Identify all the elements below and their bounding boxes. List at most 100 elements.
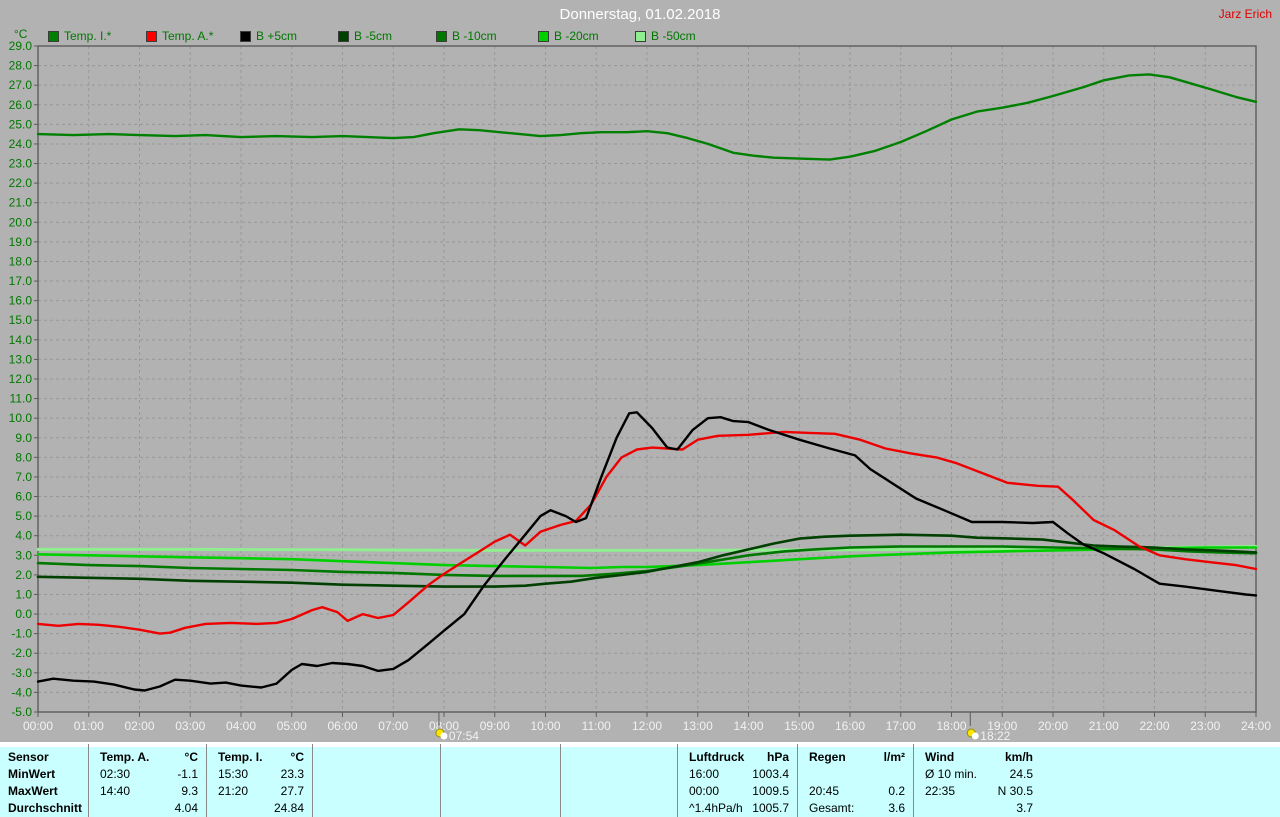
svg-text:09:00: 09:00 xyxy=(480,719,510,733)
svg-text:11:00: 11:00 xyxy=(582,719,611,733)
svg-text:9.0: 9.0 xyxy=(15,431,32,445)
svg-text:21.0: 21.0 xyxy=(9,196,33,210)
col-unit: l/m² xyxy=(883,750,905,764)
col-unit: °C xyxy=(184,750,198,764)
svg-text:7.0: 7.0 xyxy=(15,470,32,484)
avg-value: 4.04 xyxy=(174,801,198,815)
svg-text:17.0: 17.0 xyxy=(9,274,33,288)
svg-text:04:00: 04:00 xyxy=(226,719,256,733)
max-value: 27.7 xyxy=(280,784,304,798)
col-name: Regen xyxy=(809,750,846,764)
avg-label: ^1.4hPa/h xyxy=(689,801,743,815)
svg-text:20:00: 20:00 xyxy=(1038,719,1068,733)
svg-text:14.0: 14.0 xyxy=(9,333,33,347)
min-time xyxy=(797,766,809,783)
svg-text:14:00: 14:00 xyxy=(733,719,763,733)
min-time: Ø 10 min. xyxy=(925,767,978,781)
min-time: 02:30 xyxy=(100,767,131,781)
svg-text:10.0: 10.0 xyxy=(9,411,33,425)
svg-text:12:00: 12:00 xyxy=(632,719,662,733)
svg-text:25.0: 25.0 xyxy=(9,117,33,131)
svg-text:10:00: 10:00 xyxy=(530,719,560,733)
svg-text:11.0: 11.0 xyxy=(10,392,33,406)
summary-col-luftdruck: Luftdruck hPa 16:00 1003.4 00:00 1009.5 ^1.… xyxy=(677,749,797,817)
row-label-maxwert: MaxWert xyxy=(8,784,58,798)
row-label-durchschnitt: Durchschnitt xyxy=(8,801,83,815)
summary-col-regen: Regen l/m² 20:45 0.2 Gesamt: 3.6 xyxy=(797,749,913,817)
svg-text:-3.0: -3.0 xyxy=(11,666,32,680)
svg-text:17:00: 17:00 xyxy=(886,719,916,733)
max-value: 0.2 xyxy=(888,784,905,798)
max-time: 00:00 xyxy=(689,784,720,798)
svg-text:13:00: 13:00 xyxy=(683,719,713,733)
avg-label xyxy=(88,800,100,817)
svg-text:06:00: 06:00 xyxy=(327,719,357,733)
svg-text:16:00: 16:00 xyxy=(835,719,865,733)
max-value: 1009.5 xyxy=(752,784,789,798)
svg-text:22:00: 22:00 xyxy=(1139,719,1169,733)
max-time: 20:45 xyxy=(809,784,840,798)
table-divider xyxy=(440,744,441,817)
svg-text:16.0: 16.0 xyxy=(9,294,33,308)
svg-text:28.0: 28.0 xyxy=(9,59,33,73)
svg-text:18:22: 18:22 xyxy=(980,729,1010,742)
svg-text:13.0: 13.0 xyxy=(9,352,33,366)
summary-row-labels: Sensor MinWert MaxWert Durchschnitt xyxy=(8,749,82,817)
table-divider xyxy=(206,744,207,817)
svg-text:22.0: 22.0 xyxy=(9,176,33,190)
table-divider xyxy=(560,744,561,817)
svg-text:18.0: 18.0 xyxy=(9,254,33,268)
avg-value: 24.84 xyxy=(273,801,304,815)
svg-text:20.0: 20.0 xyxy=(9,215,33,229)
min-value: -1.1 xyxy=(177,767,198,781)
min-value: 24.5 xyxy=(1009,767,1033,781)
avg-label xyxy=(913,800,925,817)
svg-text:05:00: 05:00 xyxy=(277,719,307,733)
table-divider xyxy=(913,744,914,817)
row-label-minwert: MinWert xyxy=(8,767,56,781)
svg-text:3.0: 3.0 xyxy=(15,548,32,562)
svg-text:5.0: 5.0 xyxy=(15,509,32,523)
svg-text:23.0: 23.0 xyxy=(9,157,33,171)
avg-value: 3.7 xyxy=(1016,801,1033,815)
col-name: Wind xyxy=(925,750,955,764)
svg-text:07:54: 07:54 xyxy=(449,729,479,742)
svg-text:-4.0: -4.0 xyxy=(11,685,32,699)
min-time: 15:30 xyxy=(218,767,249,781)
min-time: 16:00 xyxy=(689,767,720,781)
svg-text:29.0: 29.0 xyxy=(9,39,33,53)
svg-text:15:00: 15:00 xyxy=(784,719,814,733)
svg-text:12.0: 12.0 xyxy=(9,372,33,386)
min-value: 23.3 xyxy=(280,767,304,781)
col-unit: km/h xyxy=(1004,750,1033,764)
weather-day-report: Donnerstag, 01.02.2018 Jarz Erich °C Tem… xyxy=(0,0,1280,817)
svg-text:03:00: 03:00 xyxy=(175,719,205,733)
svg-text:0.0: 0.0 xyxy=(15,607,32,621)
table-divider xyxy=(312,744,313,817)
svg-text:00:00: 00:00 xyxy=(23,719,53,733)
col-unit: hPa xyxy=(766,750,789,764)
svg-text:21:00: 21:00 xyxy=(1089,719,1119,733)
summary-col-temp-i: Temp. I. °C 15:30 23.3 21:20 27.7 24.84 xyxy=(206,749,312,817)
avg-label: Gesamt: xyxy=(809,801,855,815)
min-value: 1003.4 xyxy=(752,767,789,781)
col-name: Luftdruck xyxy=(689,750,745,764)
svg-text:24:00: 24:00 xyxy=(1241,719,1271,733)
summary-col-wind: Wind km/h Ø 10 min. 24.5 22:35 N 30.5 3.7 xyxy=(913,749,1041,817)
svg-text:01:00: 01:00 xyxy=(74,719,104,733)
svg-text:8.0: 8.0 xyxy=(15,450,32,464)
col-name: Temp. A. xyxy=(100,750,150,764)
svg-text:24.0: 24.0 xyxy=(9,137,33,151)
row-label-sensor: Sensor xyxy=(8,750,49,764)
svg-text:19.0: 19.0 xyxy=(9,235,33,249)
svg-text:4.0: 4.0 xyxy=(15,529,32,543)
svg-text:1.0: 1.0 xyxy=(15,587,32,601)
col-name: Temp. I. xyxy=(218,750,263,764)
svg-text:-1.0: -1.0 xyxy=(11,627,32,641)
svg-text:-2.0: -2.0 xyxy=(11,646,32,660)
svg-text:02:00: 02:00 xyxy=(124,719,154,733)
svg-text:07:00: 07:00 xyxy=(378,719,408,733)
svg-text:23:00: 23:00 xyxy=(1190,719,1220,733)
table-divider xyxy=(88,744,89,817)
max-time: 14:40 xyxy=(100,784,131,798)
